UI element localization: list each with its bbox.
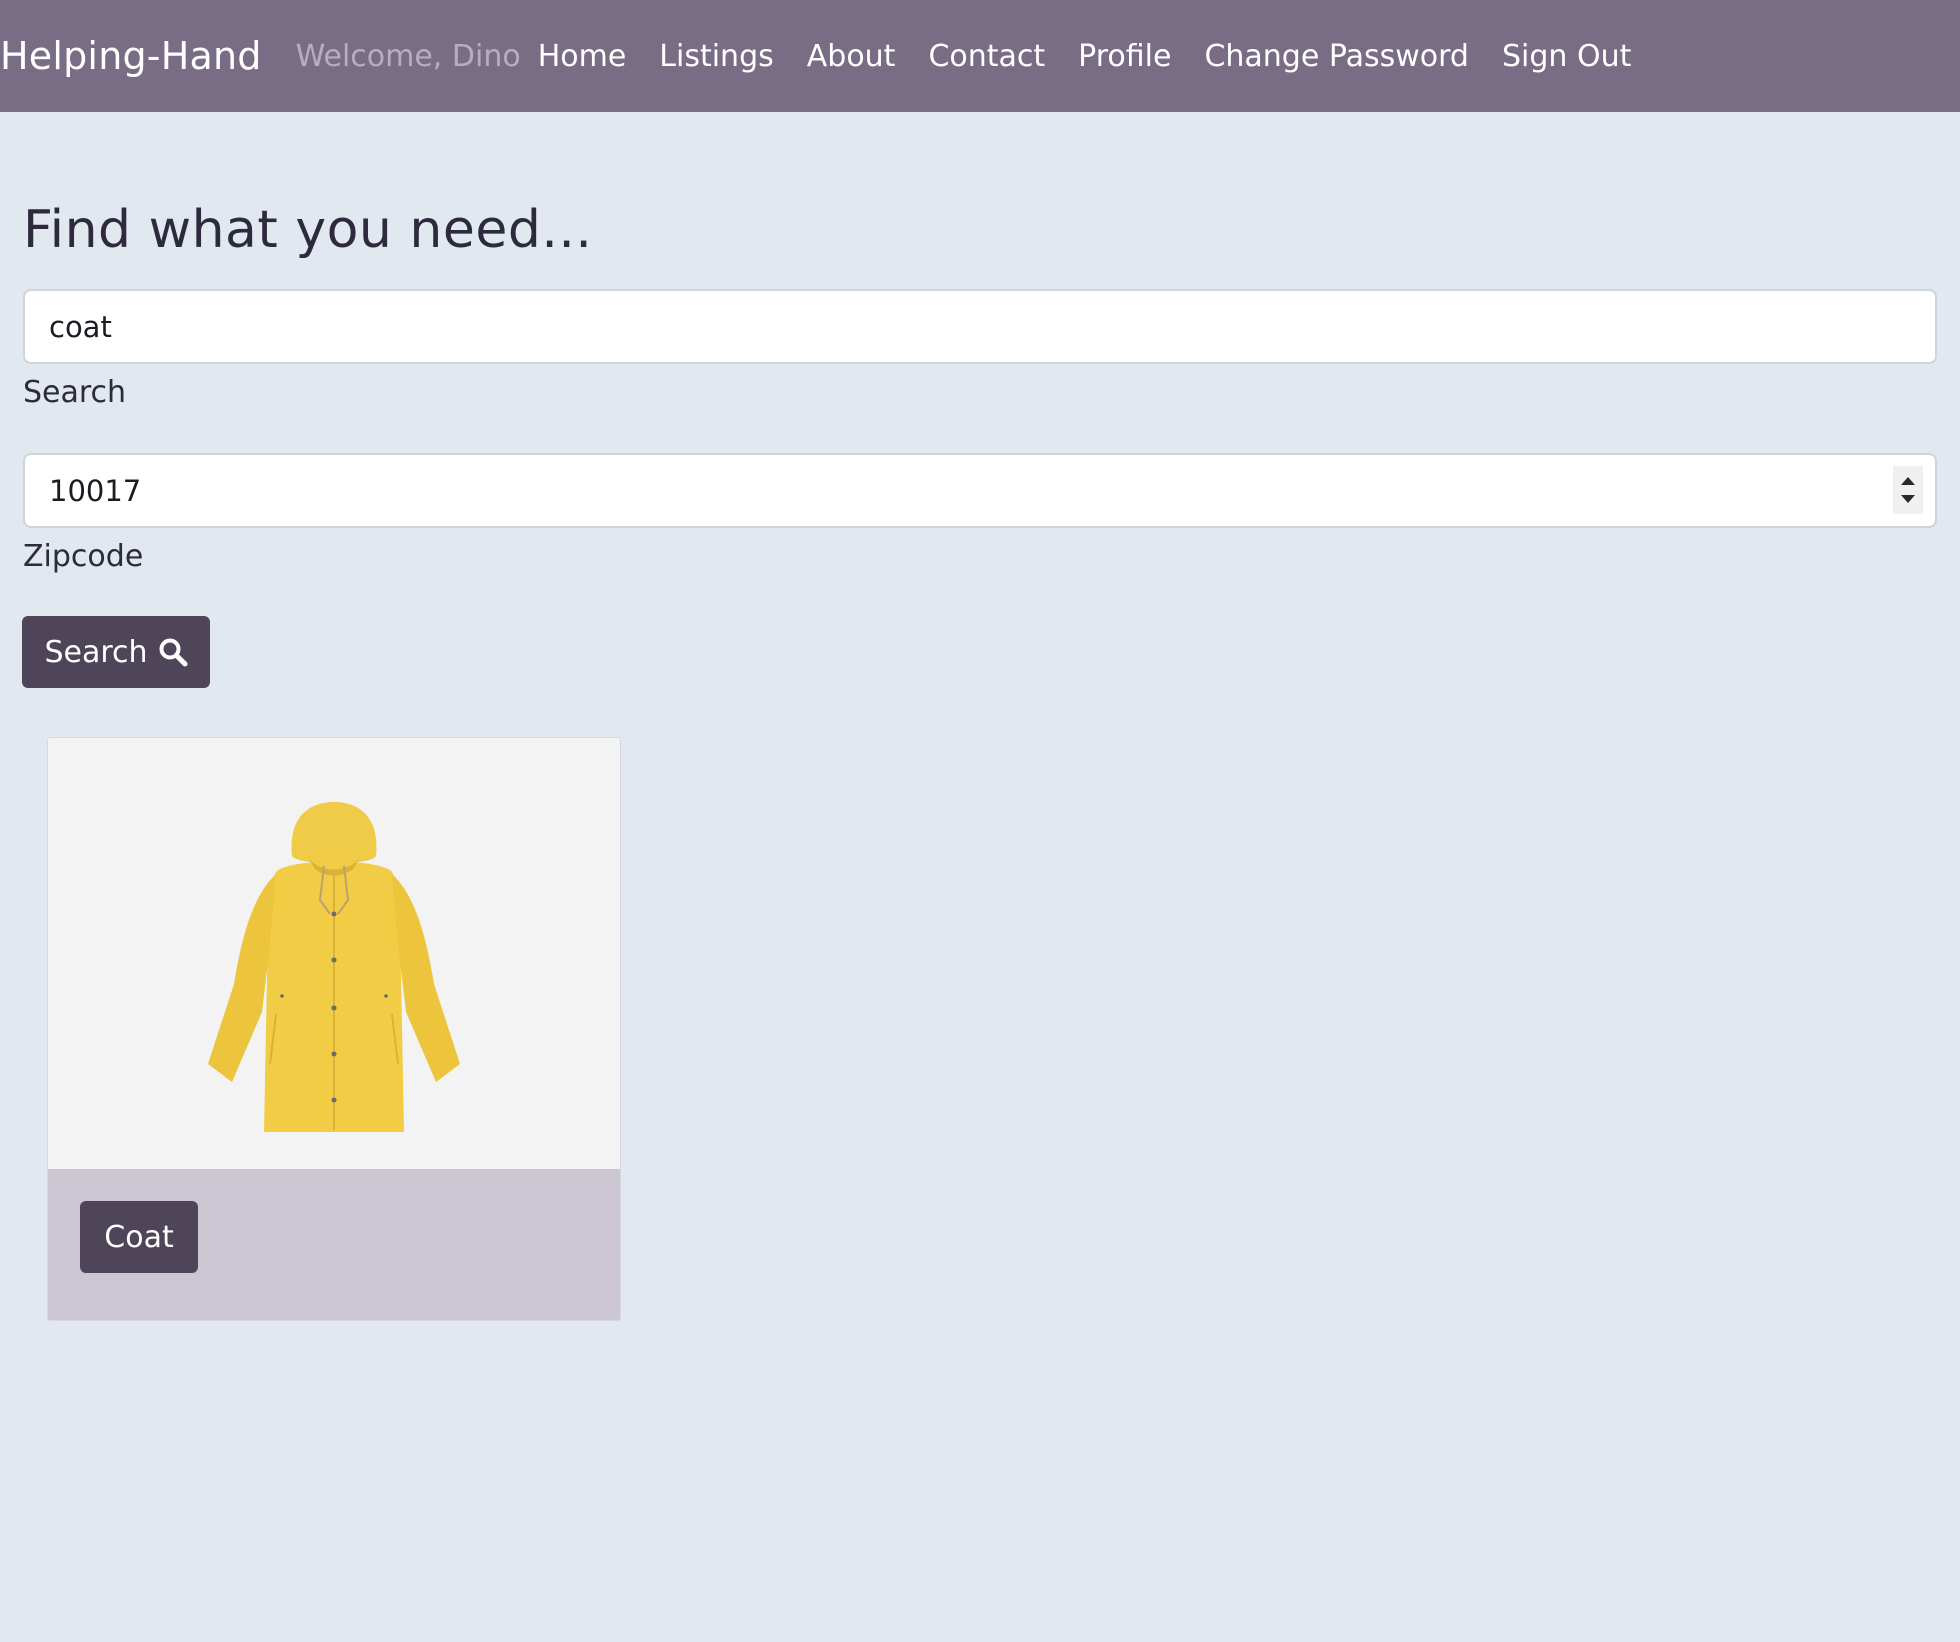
nav-link-listings[interactable]: Listings: [659, 39, 773, 74]
top-navbar: Helping-Hand Welcome, Dino Home Listings…: [0, 0, 1960, 112]
zipcode-label: Zipcode: [23, 539, 144, 574]
zipcode-field-wrapper: [23, 453, 1937, 528]
search-button[interactable]: Search: [22, 616, 210, 688]
page-title: Find what you need...: [23, 200, 593, 260]
stepper-up-icon[interactable]: [1901, 477, 1915, 485]
zipcode-input[interactable]: [23, 453, 1937, 528]
search-input[interactable]: [23, 289, 1937, 364]
search-icon: [159, 638, 188, 667]
welcome-message: Welcome, Dino: [295, 38, 521, 74]
coat-illustration: [208, 801, 460, 1132]
view-listing-button[interactable]: Coat: [80, 1201, 198, 1273]
result-card[interactable]: Coat: [47, 737, 621, 1321]
nav-link-home[interactable]: Home: [538, 39, 627, 74]
stepper-down-icon[interactable]: [1901, 495, 1915, 503]
nav-links: Home Listings About Contact Profile Chan…: [538, 39, 1665, 74]
search-button-label: Search: [44, 634, 148, 670]
nav-link-about[interactable]: About: [807, 39, 896, 74]
search-label: Search: [23, 375, 127, 410]
nav-link-change-password[interactable]: Change Password: [1204, 39, 1469, 74]
nav-link-sign-out[interactable]: Sign Out: [1502, 39, 1631, 74]
yellow-raincoat-image[interactable]: [48, 738, 620, 1169]
brand-logo-link[interactable]: Helping-Hand: [0, 34, 262, 78]
zipcode-stepper[interactable]: [1893, 466, 1923, 514]
nav-link-profile[interactable]: Profile: [1078, 39, 1171, 74]
nav-link-contact[interactable]: Contact: [928, 39, 1045, 74]
card-footer: Coat: [48, 1169, 620, 1320]
